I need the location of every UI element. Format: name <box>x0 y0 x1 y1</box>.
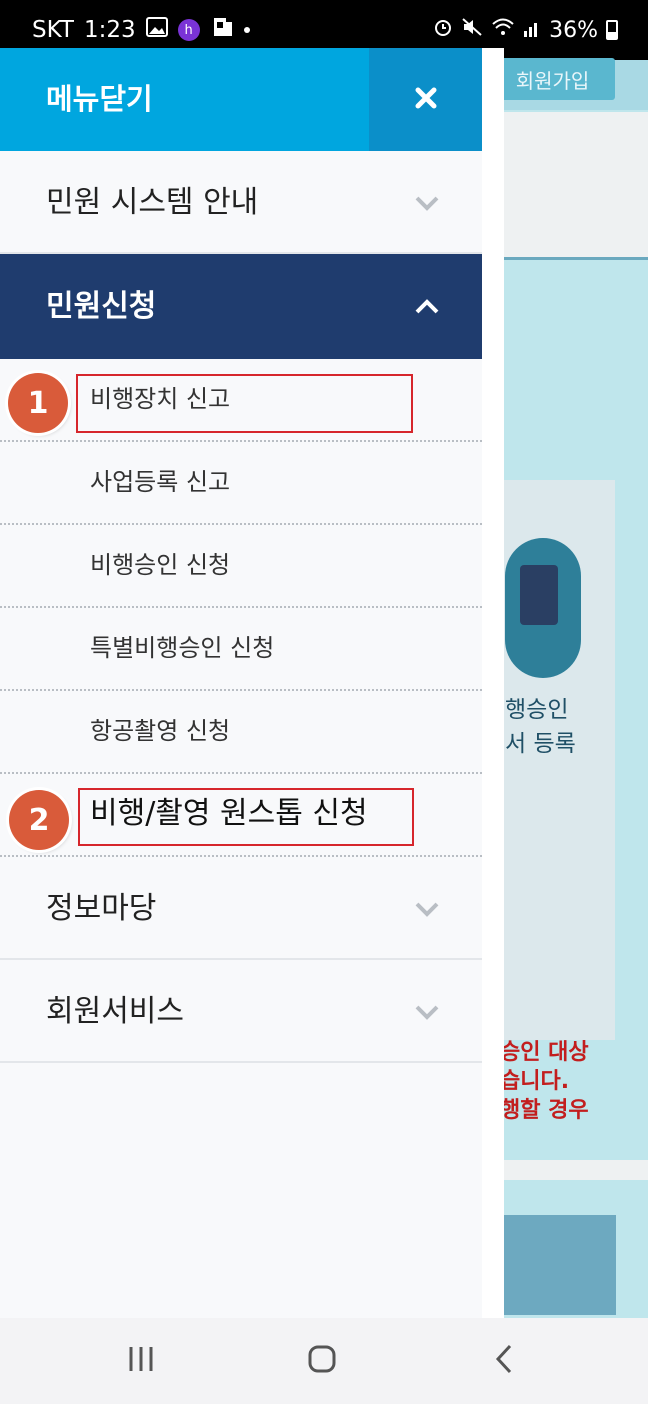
submenu-label: 비행승인 신청 <box>90 551 231 579</box>
highlight-box-1 <box>76 374 413 433</box>
annotation-badge-2: 2 <box>9 790 69 850</box>
back-icon <box>492 1343 516 1379</box>
sim-icon <box>210 16 234 44</box>
carrier-label: SKT <box>32 17 74 43</box>
section-label: 민원신청 <box>46 289 157 324</box>
annotation-badge-1: 1 <box>8 373 68 433</box>
gallery-icon <box>145 17 168 43</box>
battery-percent: 36% <box>549 17 598 43</box>
battery-icon <box>606 20 618 40</box>
submenu-item-aerial-photography[interactable]: 항공촬영 신청 <box>0 691 482 774</box>
notice-line3: 행할 경우 <box>500 1098 589 1123</box>
chevron-up-icon <box>412 254 442 359</box>
home-button[interactable] <box>282 1318 362 1404</box>
submenu-label: 항공촬영 신청 <box>90 717 231 745</box>
chevron-down-icon <box>412 857 442 960</box>
close-menu-label[interactable]: 메뉴닫기 <box>46 48 153 151</box>
dot-icon <box>243 27 250 33</box>
notice-line1: 승인 대상 <box>500 1040 589 1065</box>
chevron-down-icon <box>412 151 442 254</box>
close-button[interactable] <box>369 48 482 151</box>
back-button[interactable] <box>464 1318 544 1404</box>
side-drawer: 메뉴닫기 민원 시스템 안내 민원신청 비행장치 신고 사업등록 신고 비행승인… <box>0 48 504 1318</box>
menu-section-info[interactable]: 정보마당 <box>0 857 482 960</box>
section-label: 정보마당 <box>46 891 157 926</box>
alarm-icon <box>433 17 453 43</box>
section-label: 회원서비스 <box>46 994 184 1029</box>
background-notice: 승인 대상 습니다. 행할 경우 <box>500 1038 589 1125</box>
submenu-item-special-flight-approval[interactable]: 특별비행승인 신청 <box>0 608 482 691</box>
submenu-label: 특별비행승인 신청 <box>90 634 275 662</box>
submenu-item-business-registration[interactable]: 사업등록 신고 <box>0 442 482 525</box>
chevron-down-icon <box>412 960 442 1063</box>
tablet-illustration <box>520 565 558 625</box>
close-icon <box>415 82 437 117</box>
submenu-item-flight-approval[interactable]: 비행승인 신청 <box>0 525 482 608</box>
home-icon <box>307 1344 337 1378</box>
system-nav-bar <box>0 1318 648 1404</box>
card-text-line2: 서 등록 <box>505 731 576 757</box>
drawer-edge <box>482 48 504 1318</box>
card-text-line1: 행승인 <box>505 697 569 723</box>
recents-button[interactable] <box>101 1318 181 1404</box>
notice-line2: 습니다. <box>500 1069 570 1094</box>
menu-section-guide[interactable]: 민원 시스템 안내 <box>0 151 482 254</box>
menu-section-application[interactable]: 민원신청 <box>0 254 482 359</box>
background-bottom-card <box>500 1215 616 1315</box>
drawer-menu: 메뉴닫기 민원 시스템 안내 민원신청 비행장치 신고 사업등록 신고 비행승인… <box>0 48 482 1318</box>
mute-icon <box>461 17 483 43</box>
highlight-box-2 <box>78 788 414 846</box>
signal-icon <box>523 18 541 43</box>
recents-icon <box>126 1344 156 1378</box>
section-label: 민원 시스템 안내 <box>46 185 259 220</box>
submenu-label: 사업등록 신고 <box>90 468 231 496</box>
time-label: 1:23 <box>83 17 136 43</box>
join-button[interactable]: 회원가입 <box>490 58 615 100</box>
drawer-header: 메뉴닫기 <box>0 48 482 151</box>
h-badge-icon: h <box>177 19 200 41</box>
background-card-text: 행승인 서 등록 <box>505 693 576 761</box>
menu-section-member[interactable]: 회원서비스 <box>0 960 482 1063</box>
wifi-icon <box>491 17 515 43</box>
